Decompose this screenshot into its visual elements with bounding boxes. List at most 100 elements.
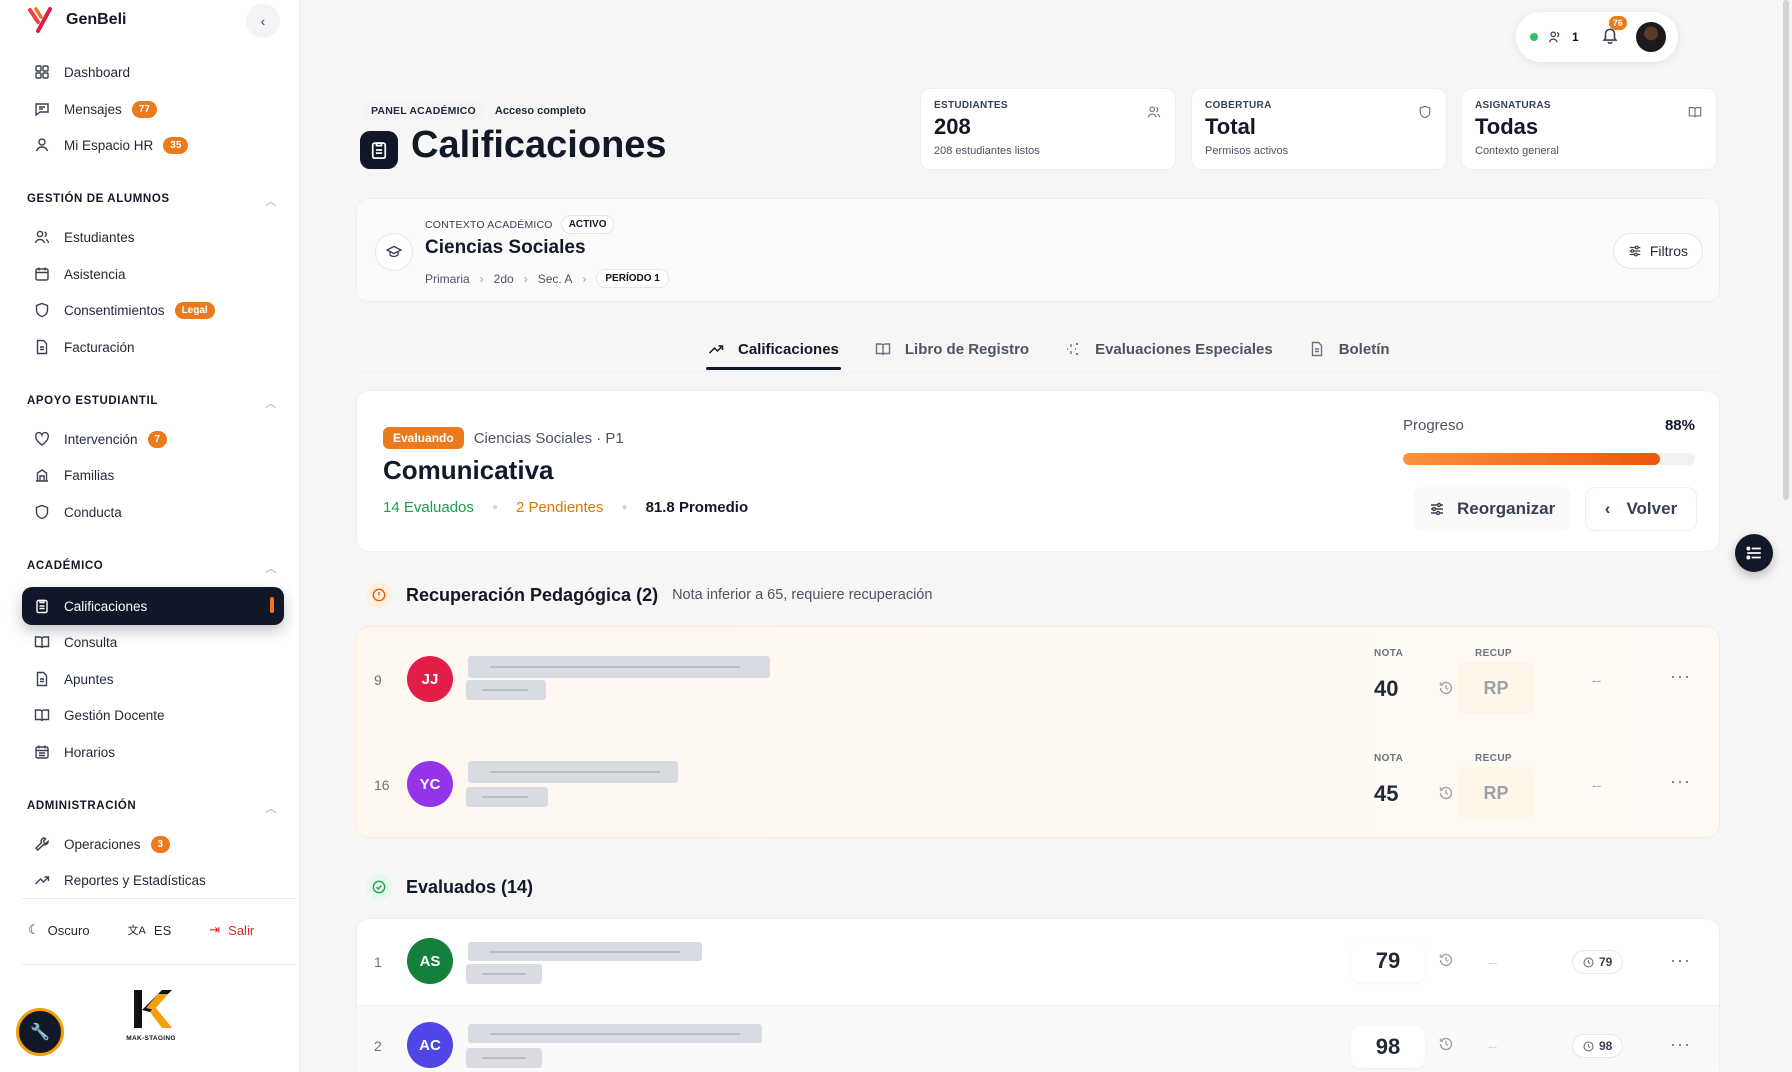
moon-icon: ☾ (28, 922, 40, 937)
student-name-placeholder (468, 942, 702, 961)
stat-label: ASIGNATURAS (1475, 100, 1551, 111)
history-icon[interactable] (1438, 952, 1454, 968)
sidebar-item-asistencia[interactable]: Asistencia (22, 257, 284, 291)
grade-cell[interactable]: 79 (1351, 940, 1425, 982)
tab-label: Calificaciones (738, 340, 839, 358)
sidebar-item-facturacion[interactable]: Facturación (22, 330, 284, 364)
chevron-left-icon: ‹ (260, 13, 266, 29)
section-title: ADMINISTRACIÓN (27, 800, 137, 812)
sliders-icon (1431, 502, 1443, 516)
tab-label: Libro de Registro (904, 340, 1030, 358)
breadcrumb-item[interactable]: Sec. A (538, 272, 573, 286)
sidebar-item-consentimientos[interactable]: Consentimientos Legal (22, 293, 284, 327)
more-options-icon[interactable]: ··· (1670, 771, 1691, 792)
section-description: Nota inferior a 65, requiere recuperació… (672, 587, 933, 603)
avatar[interactable] (1634, 20, 1668, 54)
recup-cell[interactable]: RP (1458, 662, 1534, 714)
period-badge[interactable]: PERÍODO 1 (596, 269, 669, 288)
chevron-right-icon: › (479, 271, 484, 286)
floating-list-button[interactable] (1735, 534, 1773, 572)
sidebar-item-familias[interactable]: Familias (22, 458, 284, 492)
grade-column-header: NOTA (1374, 648, 1404, 659)
sidebar-item-label: Consulta (64, 634, 118, 650)
count-badge: 3 (150, 835, 171, 853)
sidebar-item-horarios[interactable]: Horarios (22, 735, 284, 769)
more-options-icon[interactable]: ··· (1670, 666, 1691, 687)
scrollbar[interactable] (1783, 0, 1789, 500)
users-icon[interactable] (1548, 30, 1562, 44)
back-button[interactable]: ‹ Volver (1585, 487, 1697, 531)
section-gestion-alumnos[interactable]: GESTIÓN DE ALUMNOS ︿ (27, 193, 277, 209)
section-title: GESTIÓN DE ALUMNOS (27, 193, 170, 205)
bullet: ● (491, 502, 498, 513)
clock-icon (1583, 956, 1594, 968)
grade-pill[interactable]: 79 (1572, 950, 1624, 974)
sidebar-item-estudiantes[interactable]: Estudiantes (22, 220, 284, 254)
sidebar-item-apuntes[interactable]: Apuntes (22, 662, 284, 696)
history-icon[interactable] (1438, 1036, 1454, 1052)
sidebar-item-operaciones[interactable]: Operaciones 3 (22, 827, 284, 861)
calendar-icon (35, 745, 49, 759)
divider (22, 964, 296, 965)
grade-value[interactable]: 45 (1374, 781, 1398, 807)
section-administracion[interactable]: ADMINISTRACIÓN ︿ (27, 800, 277, 816)
sidebar-item-consulta[interactable]: Consulta (22, 625, 284, 659)
tab-evaluaciones-especiales[interactable]: Evaluaciones Especiales (1063, 332, 1275, 366)
access-label: Acceso completo (494, 105, 586, 117)
more-options-icon[interactable]: ··· (1670, 950, 1691, 971)
sidebar-item-label: Apuntes (64, 671, 114, 687)
tab-libro-registro[interactable]: Libro de Registro (873, 332, 1031, 366)
breadcrumb-item[interactable]: Primaria (425, 272, 470, 286)
grade-pill[interactable]: 98 (1572, 1034, 1624, 1058)
sidebar-item-mi-espacio-hr[interactable]: Mi Espacio HR 35 (22, 128, 284, 162)
sidebar-item-gestion-docente[interactable]: Gestión Docente (22, 698, 284, 732)
status-badge: ACTIVO (560, 215, 615, 234)
user-status-bar: 1 76 (1516, 12, 1678, 62)
language-toggle[interactable]: 文A ES (128, 922, 172, 938)
history-icon[interactable] (1438, 680, 1454, 696)
student-meta-placeholder (466, 964, 542, 984)
sidebar-item-intervencion[interactable]: Intervención 7 (22, 422, 284, 456)
divider (356, 371, 1720, 372)
reorganize-button[interactable]: Reorganizar (1413, 487, 1572, 531)
sidebar-item-calificaciones[interactable]: Calificaciones (22, 587, 284, 625)
brand[interactable]: GenBeli (26, 6, 126, 34)
section-apoyo-estudiantil[interactable]: APOYO ESTUDIANTIL ︿ (27, 395, 277, 411)
logout-button[interactable]: ⇥ Salir (209, 922, 254, 938)
trending-up-icon (708, 345, 724, 354)
online-indicator (1530, 33, 1538, 41)
tools-button[interactable]: 🔧 (16, 1008, 64, 1056)
breadcrumb-item[interactable]: 2do (494, 272, 514, 286)
sidebar-item-reportes[interactable]: Reportes y Estadísticas (22, 863, 284, 897)
theme-toggle[interactable]: ☾ Oscuro (28, 922, 90, 938)
chevron-up-icon: ︿ (265, 563, 277, 575)
grade-value: 98 (1375, 1034, 1401, 1059)
table-row[interactable]: 16 YC NOTA RECUP 45 RP -- ··· (356, 753, 1720, 849)
table-row[interactable]: 1 AS 79 -- 79 ··· (356, 936, 1720, 990)
grade-cell[interactable]: 98 (1351, 1026, 1425, 1068)
sidebar-item-dashboard[interactable]: Dashboard (22, 55, 284, 89)
filters-button[interactable]: Filtros (1612, 233, 1703, 269)
grade-value[interactable]: 40 (1374, 676, 1398, 702)
tab-boletin[interactable]: Boletín (1307, 332, 1392, 366)
tab-calificaciones[interactable]: Calificaciones (706, 332, 841, 370)
table-row[interactable]: 9 JJ NOTA RECUP 40 RP -- ··· (356, 648, 1720, 744)
book-icon (34, 709, 50, 722)
student-name-placeholder (468, 656, 770, 678)
table-row[interactable]: 2 AC 98 -- 98 ··· (356, 1020, 1720, 1072)
stat-label: COBERTURA (1205, 100, 1272, 111)
section-academico[interactable]: ACADÉMICO ︿ (27, 560, 277, 576)
partner-logo: MAK-STAGING (122, 988, 180, 1042)
stat-card-cobertura: COBERTURA Total Permisos activos (1191, 88, 1447, 170)
collapse-sidebar-button[interactable]: ‹ (246, 4, 280, 38)
notifications-button[interactable]: 76 (1601, 15, 1627, 49)
history-icon[interactable] (1438, 785, 1454, 801)
back-label: Volver (1626, 499, 1678, 518)
more-options-icon[interactable]: ··· (1670, 1034, 1691, 1055)
sidebar-item-mensajes[interactable]: Mensajes 77 (22, 92, 284, 126)
evaluated-section-header: Evaluados (14) (366, 874, 533, 900)
chevron-right-icon: › (523, 271, 528, 286)
sidebar-item-conducta[interactable]: Conducta (22, 495, 284, 529)
stat-label: ESTUDIANTES (934, 100, 1008, 111)
recup-cell[interactable]: RP (1458, 767, 1534, 819)
